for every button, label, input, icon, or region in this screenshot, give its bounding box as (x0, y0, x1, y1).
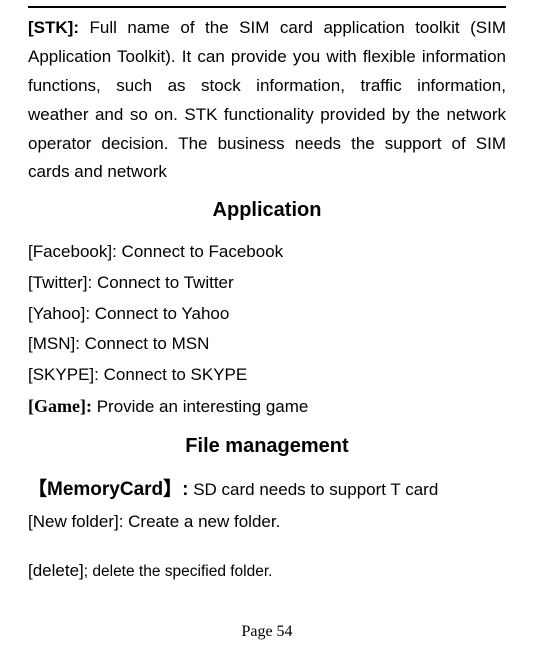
memorycard-line: 【MemoryCard】: SD card needs to support T… (28, 473, 506, 507)
app-twitter: [Twitter]: Connect to Twitter (28, 268, 506, 299)
stk-paragraph: [STK]: Full name of the SIM card applica… (28, 14, 506, 187)
newfolder-line: [New folder]: Create a new folder. (28, 507, 506, 538)
horizontal-rule (28, 6, 506, 8)
app-game: [Game]: Provide an interesting game (28, 390, 506, 423)
page-number: Page 54 (0, 618, 534, 645)
delete-line: [delete]; delete the specified folder. (28, 556, 506, 587)
game-text: Provide an interesting game (92, 397, 308, 416)
memorycard-text: SD card needs to support T card (188, 480, 438, 499)
app-skype: [SKYPE]: Connect to SKYPE (28, 360, 506, 391)
stk-text: Full name of the SIM card application to… (28, 18, 506, 181)
delete-text: ; delete the specified folder. (84, 563, 273, 580)
heading-application: Application (28, 193, 506, 227)
memorycard-label: 【MemoryCard】: (28, 479, 188, 500)
app-msn: [MSN]: Connect to MSN (28, 329, 506, 360)
stk-label: [STK]: (28, 18, 79, 37)
game-label: [Game]: (28, 396, 92, 416)
app-facebook: [Facebook]: Connect to Facebook (28, 237, 506, 268)
delete-label: [delete] (28, 561, 84, 580)
app-yahoo: [Yahoo]: Connect to Yahoo (28, 299, 506, 330)
heading-file-management: File management (28, 429, 506, 463)
